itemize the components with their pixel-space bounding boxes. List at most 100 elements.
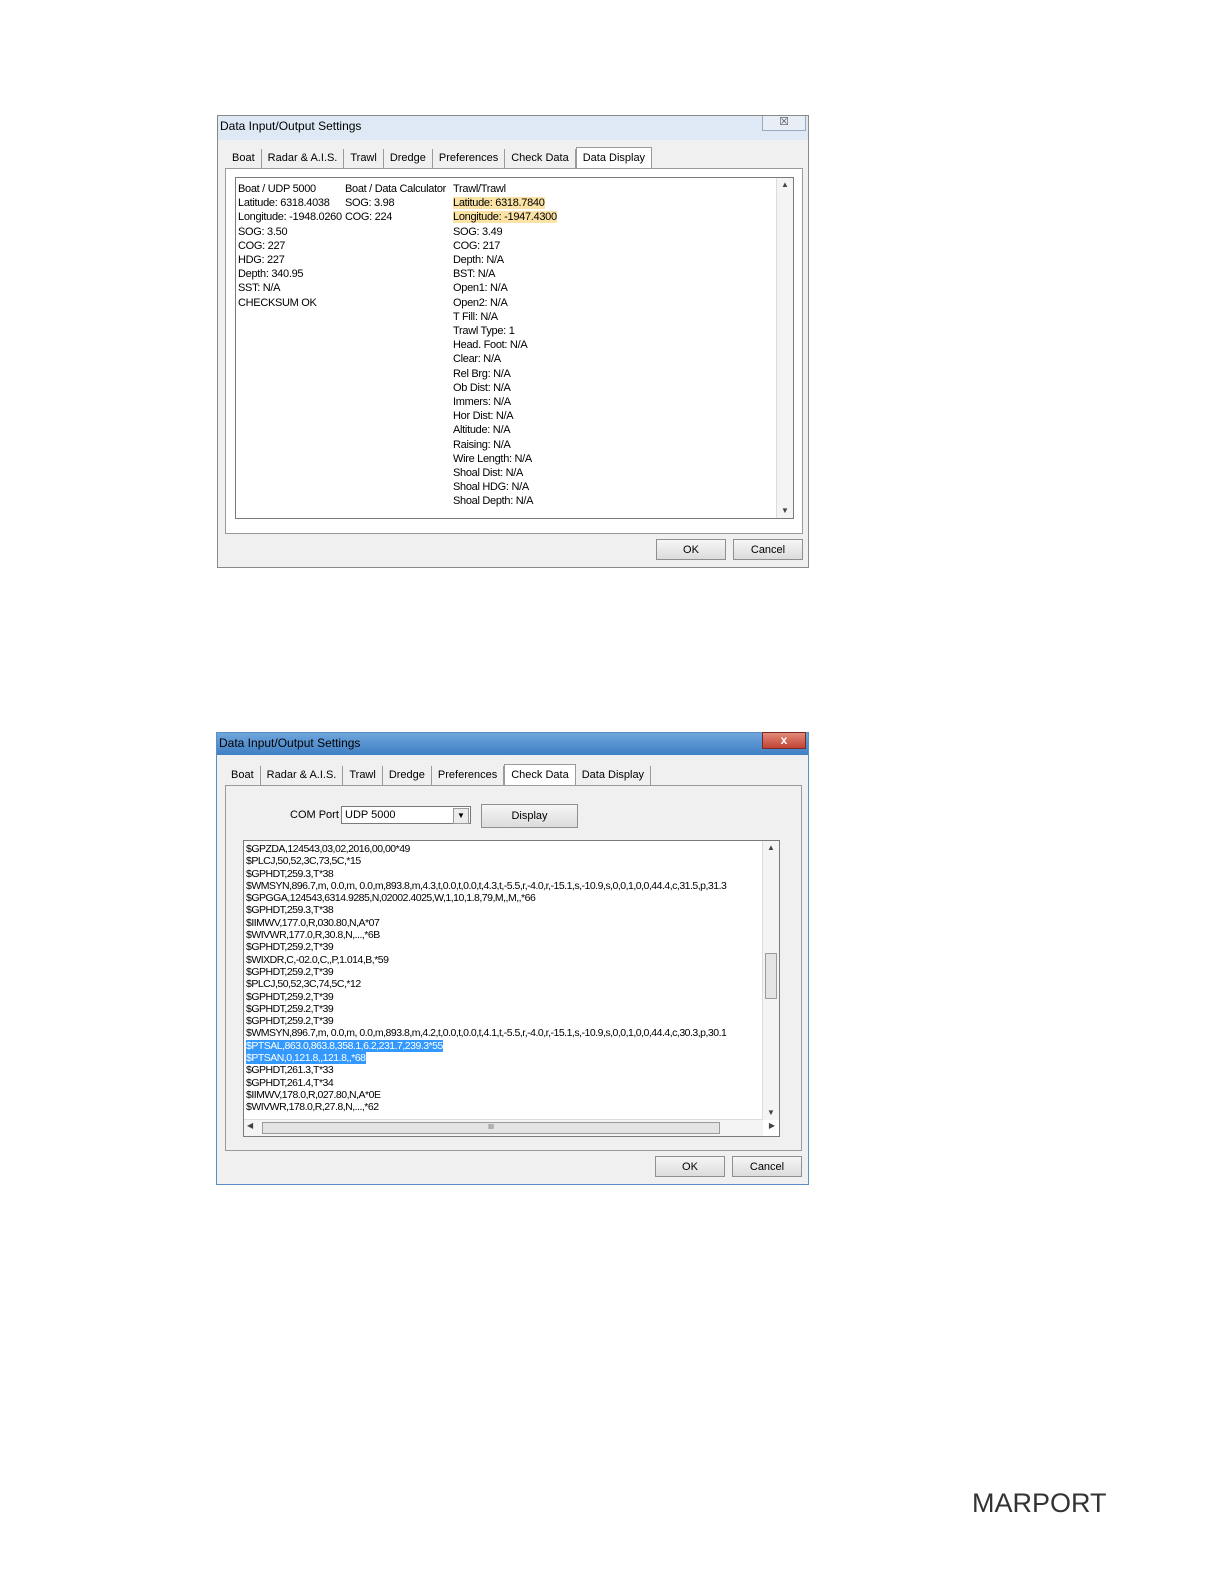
tab-dredge[interactable]: Dredge: [383, 766, 432, 786]
display-button[interactable]: Display: [481, 804, 578, 828]
selected-nmea-text: $PTSAN,0,121.8,,121.8,,*68: [246, 1052, 366, 1065]
tab-boat[interactable]: Boat: [226, 149, 262, 169]
title-bar: Data Input/Output Settings ☒: [218, 116, 808, 140]
tab-data-display[interactable]: Data Display: [575, 147, 653, 169]
com-port-value: UDP 5000: [345, 809, 396, 821]
tab-strip: Boat Radar & A.I.S. Trawl Dredge Prefere…: [226, 147, 653, 169]
text-line: Latitude: 6318.4038: [238, 197, 330, 210]
scroll-thumb[interactable]: [765, 953, 777, 999]
text-line: CHECKSUM OK: [238, 296, 317, 309]
dialog-title: Data Input/Output Settings: [219, 736, 361, 750]
nmea-line: $GPHDT,261.3,T*33: [246, 1064, 334, 1077]
nmea-line: $GPHDT,259.3,T*38: [246, 904, 334, 917]
nmea-line: $GPHDT,259.2,T*39: [246, 965, 334, 978]
data-display-textbox[interactable]: Boat / UDP 5000 Latitude: 6318.4038 Long…: [235, 177, 794, 519]
close-icon[interactable]: x: [762, 732, 806, 749]
text-line: SOG: 3.50: [238, 225, 288, 238]
text-line: SOG: 3.49: [453, 225, 503, 238]
nmea-line: $GPHDT,259.2,T*39: [246, 1002, 334, 1015]
tab-trawl[interactable]: Trawl: [344, 149, 384, 169]
boat-udp-column: Boat / UDP 5000 Latitude: 6318.4038 Long…: [238, 182, 342, 310]
text-line: BST: N/A: [453, 268, 496, 281]
nmea-line: $PLCJ,50,52,3C,74,5C,*12: [246, 978, 361, 991]
highlighted-latitude: Latitude: 6318.7840: [453, 197, 545, 210]
tab-strip: Boat Radar & A.I.S. Trawl Dredge Prefere…: [225, 764, 652, 786]
text-line: COG: 227: [238, 239, 286, 252]
nmea-line: $IIMWV,178.0,R,027.80,N,A*0E: [246, 1088, 381, 1101]
text-line: COG: 217: [453, 239, 501, 252]
text-line: Raising: N/A: [453, 438, 511, 451]
tab-boat[interactable]: Boat: [225, 766, 261, 786]
tab-radar-ais[interactable]: Radar & A.I.S.: [262, 149, 345, 169]
nmea-lines: $GPZDA,124543,03,02,2016,00,00*49 $PLCJ,5…: [246, 843, 727, 1114]
nmea-line: $PLCJ,50,52,3C,73,5C,*15: [246, 855, 361, 868]
text-line: T Fill: N/A: [453, 310, 498, 323]
scroll-thumb[interactable]: III: [262, 1122, 720, 1134]
vertical-scrollbar[interactable]: ▲ ▼: [762, 841, 779, 1120]
title-bar: Data Input/Output Settings x: [217, 732, 808, 755]
scroll-up-icon[interactable]: ▲: [763, 841, 779, 855]
tab-radar-ais[interactable]: Radar & A.I.S.: [261, 766, 344, 786]
selected-nmea-text: $PTSAL,863.0,863.8,358.1,6.2,231.7,239.3…: [246, 1039, 443, 1052]
text-line: COG: 224: [345, 211, 393, 224]
nmea-line: $WIXDR,C,-02.0,C,,P,1.014,B,*59: [246, 953, 389, 966]
data-display-dialog: Data Input/Output Settings ☒ Boat Radar …: [217, 115, 809, 568]
nmea-line: $WIVWR,177.0,R,30.8,N,...,*6B: [246, 929, 380, 942]
horizontal-scrollbar[interactable]: ◀ III ▶: [244, 1119, 775, 1136]
scroll-up-icon[interactable]: ▲: [777, 178, 793, 192]
text-line: Shoal Dist: N/A: [453, 467, 524, 480]
tab-dredge[interactable]: Dredge: [384, 149, 433, 169]
scroll-down-icon[interactable]: ▼: [763, 1106, 779, 1120]
scroll-down-icon[interactable]: ▼: [777, 504, 793, 518]
text-line: Rel Brg: N/A: [453, 367, 511, 380]
ok-button[interactable]: OK: [656, 539, 726, 560]
text-line: Ob Dist: N/A: [453, 381, 511, 394]
text-line: Open2: N/A: [453, 296, 508, 309]
tab-panel: COM Port UDP 5000 ▼ Display $GPZDA,12454…: [225, 785, 802, 1151]
scroll-right-icon[interactable]: ▶: [769, 1121, 775, 1130]
text-line: Altitude: N/A: [453, 424, 511, 437]
text-line: Wire Length: N/A: [453, 452, 532, 465]
text-line: SOG: 3.98: [345, 197, 395, 210]
text-line: Immers: N/A: [453, 396, 511, 409]
tab-preferences[interactable]: Preferences: [433, 149, 506, 169]
nmea-output-textbox[interactable]: $GPZDA,124543,03,02,2016,00,00*49 $PLCJ,5…: [243, 840, 780, 1137]
text-line: Shoal HDG: N/A: [453, 481, 529, 494]
nmea-line: $GPHDT,259.2,T*39: [246, 1015, 334, 1028]
nmea-line: $PTSAL,863.0,863.8,358.1,6.2,231.7,239.3…: [246, 1039, 726, 1052]
marport-logo: MARPORT: [972, 1488, 1107, 1518]
text-line: Boat / UDP 5000: [238, 183, 316, 195]
nmea-line: $GPHDT,261.4,T*34: [246, 1076, 334, 1089]
trawl-column: Trawl/Trawl Latitude: 6318.7840 Longitud…: [453, 182, 557, 509]
text-line: Trawl/Trawl: [453, 183, 506, 195]
text-line: Trawl Type: 1: [453, 325, 515, 338]
nmea-line: $GPHDT,259.2,T*39: [246, 941, 334, 954]
tab-trawl[interactable]: Trawl: [343, 766, 383, 786]
nmea-line: $GPHDT,259.2,T*39: [246, 990, 334, 1003]
scroll-left-icon[interactable]: ◀: [247, 1121, 253, 1130]
com-port-select[interactable]: UDP 5000 ▼: [341, 806, 471, 824]
close-icon[interactable]: ☒: [762, 116, 806, 131]
nmea-line: $WMSYN,896.7,m, 0.0,m, 0.0,m,893.8,m,4.3…: [246, 879, 727, 892]
text-line: Depth: N/A: [453, 254, 504, 267]
nmea-line: $PTSAN,0,121.8,,121.8,,*68: [246, 1052, 726, 1065]
chevron-down-icon[interactable]: ▼: [453, 808, 469, 824]
nmea-line: $GPHDT,259.3,T*38: [246, 867, 334, 880]
text-line: Boat / Data Calculator: [345, 183, 447, 195]
nmea-line: $GPGGA,124543,6314.9285,N,02002.4025,W,1…: [246, 892, 536, 905]
vertical-scrollbar[interactable]: ▲ ▼: [776, 178, 793, 518]
text-line: Open1: N/A: [453, 282, 508, 295]
text-line: Shoal Depth: N/A: [453, 495, 534, 508]
tab-check-data[interactable]: Check Data: [505, 149, 576, 169]
dialog-title: Data Input/Output Settings: [220, 119, 362, 133]
tab-data-display[interactable]: Data Display: [576, 766, 652, 786]
tab-preferences[interactable]: Preferences: [432, 766, 505, 786]
text-line: Head. Foot: N/A: [453, 339, 528, 352]
cancel-button[interactable]: Cancel: [733, 539, 803, 560]
tab-check-data[interactable]: Check Data: [504, 764, 576, 786]
ok-button[interactable]: OK: [655, 1156, 725, 1177]
cancel-button[interactable]: Cancel: [732, 1156, 802, 1177]
check-data-dialog: Data Input/Output Settings x Boat Radar …: [216, 732, 809, 1185]
text-line: Hor Dist: N/A: [453, 410, 514, 423]
tab-panel: Boat / UDP 5000 Latitude: 6318.4038 Long…: [225, 168, 803, 534]
